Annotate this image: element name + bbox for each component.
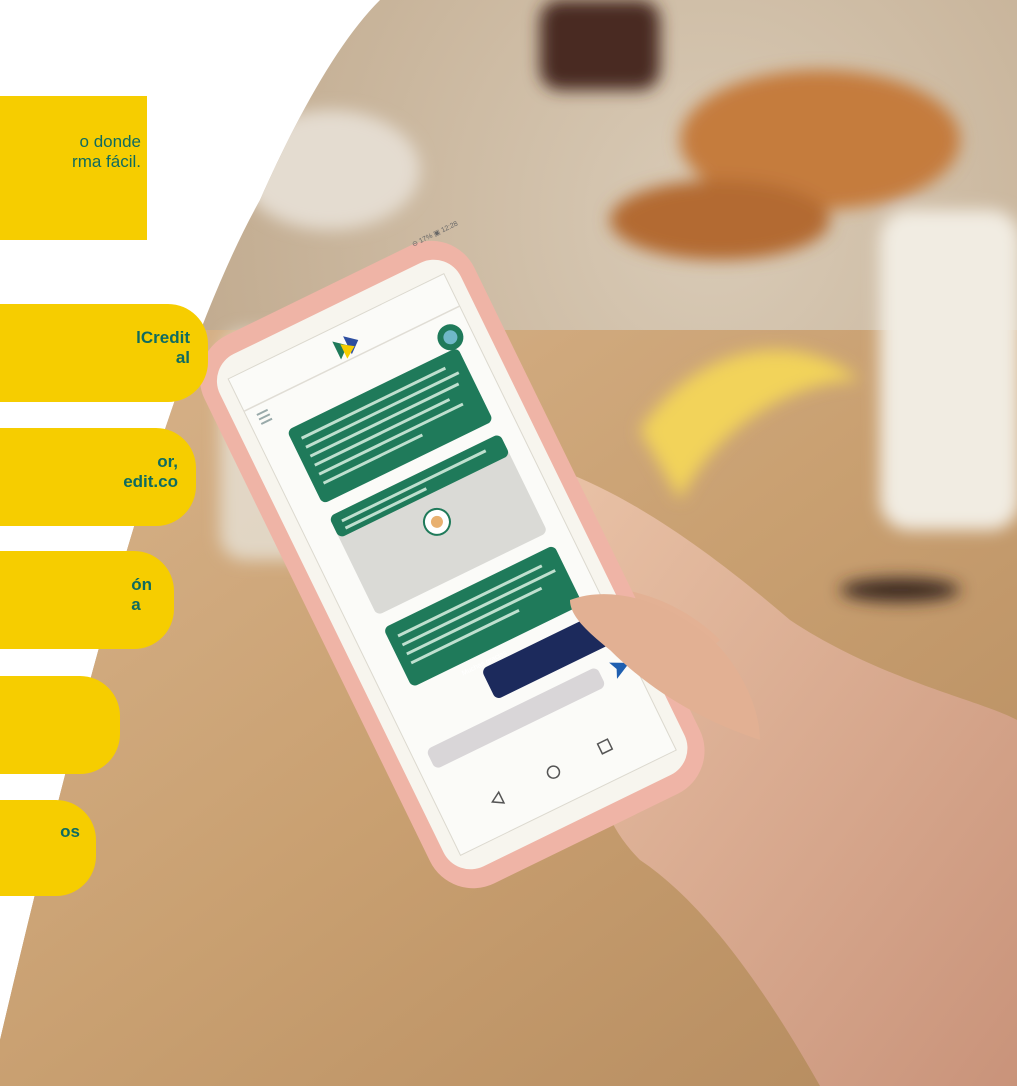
step-pill-3-line-1: ón <box>131 575 152 594</box>
intro-line-1: o donde <box>79 132 141 151</box>
step-pill-1-text: lCredit al <box>136 328 190 368</box>
step-pill-2[interactable]: or, edit.co <box>0 428 196 526</box>
step-pill-3[interactable]: ón a <box>0 551 174 649</box>
phone: ⊖ 17% ▣ 12:28 Muchas gracias <box>300 220 508 677</box>
step-pill-1-line-1: lCredit <box>136 328 190 347</box>
background-photo <box>0 0 1017 1086</box>
intro-text: o donde rma fácil. <box>0 132 141 172</box>
step-pill-5-text: os <box>60 822 80 842</box>
step-pill-2-line-1: or, <box>157 452 178 471</box>
step-pill-3-line-2: a <box>131 595 141 614</box>
step-pill-1-line-2: al <box>175 348 190 367</box>
intro-box: o donde rma fácil. <box>0 96 147 240</box>
step-pill-2-text: or, edit.co <box>123 452 178 492</box>
step-pill-3-text: ón a <box>131 575 152 615</box>
step-pill-5-line-1: os <box>60 822 80 841</box>
step-pill-2-line-2: edit.co <box>123 472 178 491</box>
step-pill-1[interactable]: lCredit al <box>0 304 208 402</box>
intro-line-2: rma fácil. <box>72 152 141 171</box>
step-pill-5[interactable]: os <box>0 800 96 896</box>
step-pill-4[interactable] <box>0 676 120 774</box>
